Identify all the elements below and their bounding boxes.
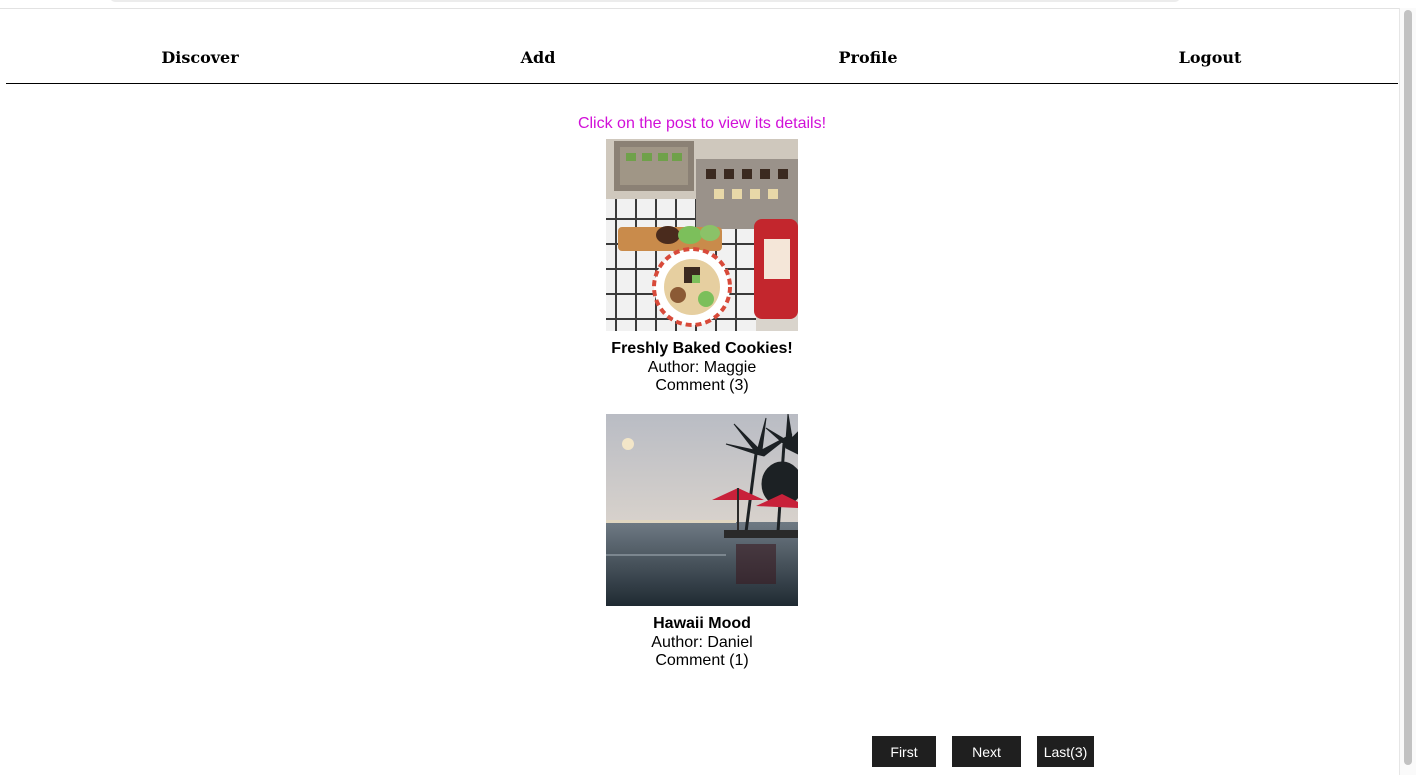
nav-logout[interactable]: Logout <box>1179 48 1242 67</box>
nav-discover[interactable]: Discover <box>161 48 238 67</box>
post-card[interactable]: Hawaii Mood Author: Daniel Comment (1) <box>502 414 902 670</box>
post-title[interactable]: Hawaii Mood <box>502 614 902 634</box>
main-nav: Discover Add Profile Logout <box>6 40 1398 84</box>
address-bar-edge <box>110 0 1180 2</box>
post-image-cookies[interactable] <box>606 139 798 331</box>
nav-add[interactable]: Add <box>521 48 556 67</box>
last-page-button[interactable]: Last(3) <box>1037 736 1094 767</box>
next-page-button[interactable]: Next <box>952 736 1021 767</box>
post-comment-count: Comment (3) <box>655 377 749 394</box>
post-card[interactable]: Freshly Baked Cookies! Author: Maggie Co… <box>502 139 902 395</box>
post-image-hawaii[interactable] <box>606 414 798 606</box>
post-comment-count: Comment (1) <box>655 652 749 669</box>
scrollbar-thumb[interactable] <box>1404 10 1412 765</box>
browser-top-bar <box>0 0 1416 9</box>
post-author: Author: Maggie <box>647 359 757 376</box>
nav-profile[interactable]: Profile <box>838 48 897 67</box>
instruction-text: Click on the post to view its details! <box>577 115 827 132</box>
first-page-button[interactable]: First <box>872 736 936 767</box>
post-title[interactable]: Freshly Baked Cookies! <box>502 339 902 359</box>
post-author: Author: Daniel <box>651 634 753 651</box>
